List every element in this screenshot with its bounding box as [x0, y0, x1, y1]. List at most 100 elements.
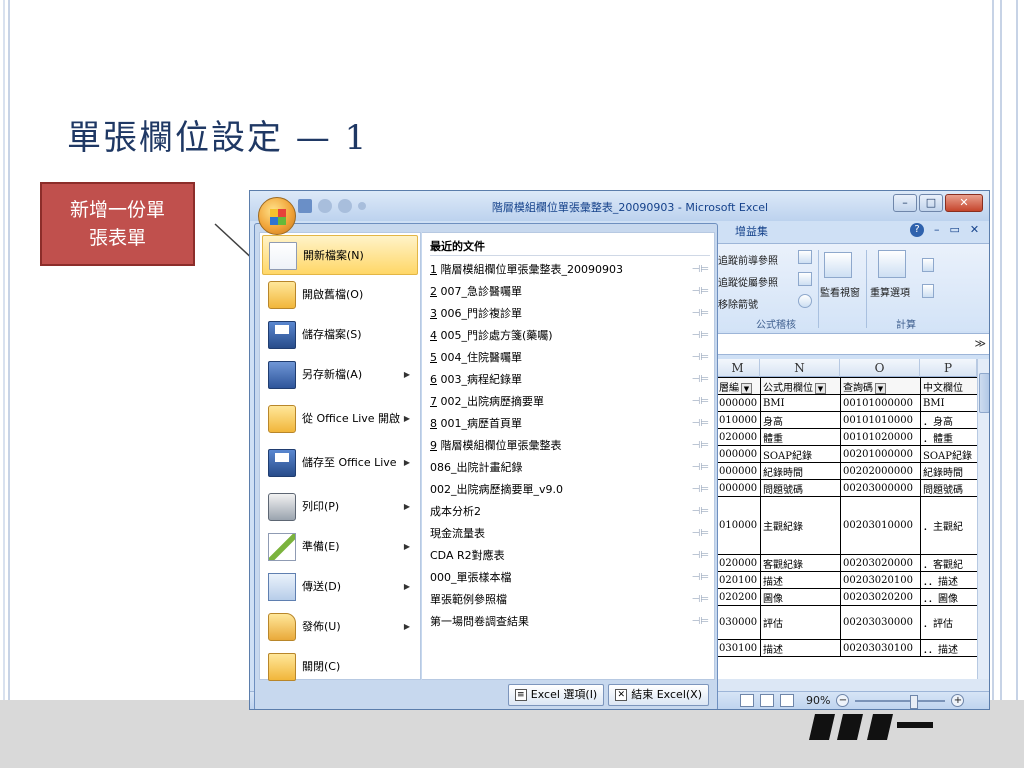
recent-document-item[interactable]: CDA R2對應表 ⊣⊨	[422, 545, 715, 567]
recent-document-item[interactable]: 5 004_住院醫囑單 ⊣⊨	[422, 347, 715, 369]
table-cell[interactable]: ．．圖像	[920, 588, 978, 606]
menu-command[interactable]: 準備(E) ▶	[262, 527, 418, 567]
menu-command[interactable]: 傳送(D) ▶	[262, 567, 418, 607]
pin-icon[interactable]: ⊣⊨	[692, 413, 709, 435]
office-button[interactable]	[258, 197, 296, 235]
pin-icon[interactable]: ⊣⊨	[692, 457, 709, 479]
pin-icon[interactable]: ⊣⊨	[692, 325, 709, 347]
watch-window-label[interactable]: 監看視窗	[820, 284, 860, 299]
recent-document-item[interactable]: 第一場問卷調查結果 ⊣⊨	[422, 611, 715, 633]
table-cell[interactable]: 客觀紀錄	[760, 554, 841, 572]
table-cell[interactable]: 紀錄時間	[760, 462, 841, 480]
pin-icon[interactable]: ⊣⊨	[692, 611, 709, 633]
close-window-button[interactable]: ✕	[945, 194, 983, 212]
normal-view-icon[interactable]	[740, 694, 754, 707]
table-cell[interactable]: ．評估	[920, 605, 978, 640]
recent-document-item[interactable]: 8 001_病歷首頁單 ⊣⊨	[422, 413, 715, 435]
table-cell[interactable]: 000000	[716, 462, 761, 480]
recent-document-item[interactable]: 002_出院病歷摘要單_v9.0 ⊣⊨	[422, 479, 715, 501]
table-cell[interactable]: 00101020000	[840, 428, 921, 446]
table-cell[interactable]: 020000	[716, 428, 761, 446]
recent-document-item[interactable]: 9 階層模組欄位單張彙整表 ⊣⊨	[422, 435, 715, 457]
evaluate-formula-icon[interactable]	[798, 294, 812, 308]
pin-icon[interactable]: ⊣⊨	[692, 545, 709, 567]
zoom-slider[interactable]	[855, 694, 946, 709]
table-cell[interactable]: 020200	[716, 588, 761, 606]
table-cell[interactable]: 00101010000	[840, 411, 921, 429]
zoom-out-icon[interactable]: −	[836, 694, 850, 707]
redo-icon[interactable]	[338, 199, 352, 213]
trace-precedents-button[interactable]: 追蹤前導參照	[718, 252, 778, 267]
table-cell[interactable]: 評估	[760, 605, 841, 640]
table-cell[interactable]: 描述	[760, 571, 841, 589]
table-cell[interactable]: BMI	[920, 394, 978, 412]
header-cell[interactable]: 查詢碼 ▼	[840, 377, 921, 395]
pin-icon[interactable]: ⊣⊨	[692, 281, 709, 303]
table-cell[interactable]: 00203030100	[840, 639, 921, 657]
pin-icon[interactable]: ⊣⊨	[692, 501, 709, 523]
filter-dropdown-icon[interactable]: ▼	[815, 382, 826, 394]
exit-excel-button[interactable]: ✕ 結束 Excel(X)	[608, 684, 709, 706]
pin-icon[interactable]: ⊣⊨	[692, 435, 709, 457]
table-cell[interactable]: ．主觀紀	[920, 496, 978, 555]
recent-document-item[interactable]: 4 005_門診處方箋(藥囑) ⊣⊨	[422, 325, 715, 347]
remove-arrows-button[interactable]: 移除箭號	[718, 296, 758, 311]
table-cell[interactable]: 010000	[716, 496, 761, 555]
column-header-n[interactable]: N	[760, 359, 840, 377]
recent-document-item[interactable]: 現金流量表 ⊣⊨	[422, 523, 715, 545]
tab-addins[interactable]: 增益集	[735, 223, 768, 239]
recent-document-item[interactable]: 單張範例參照檔 ⊣⊨	[422, 589, 715, 611]
menu-command[interactable]: 從 Office Live 開啟 ▶	[262, 399, 418, 439]
calculate-sheet-icon[interactable]	[922, 284, 934, 298]
menu-command[interactable]: 發佈(U) ▶	[262, 607, 418, 647]
table-cell[interactable]: ．客觀紀	[920, 554, 978, 572]
table-cell[interactable]: ．．描述	[920, 571, 978, 589]
show-formulas-icon[interactable]	[798, 250, 812, 264]
recent-document-item[interactable]: 086_出院計畫紀錄 ⊣⊨	[422, 457, 715, 479]
column-header-m[interactable]: M	[716, 359, 760, 377]
trace-dependents-button[interactable]: 追蹤從屬參照	[718, 274, 778, 289]
customize-qat-icon[interactable]	[358, 202, 366, 210]
table-cell[interactable]: ．體重	[920, 428, 978, 446]
table-cell[interactable]: ．身高	[920, 411, 978, 429]
recent-document-item[interactable]: 成本分析2 ⊣⊨	[422, 501, 715, 523]
worksheet-grid[interactable]: M N O P 層編 ▼ 公式用欄位 ▼ 查詢碼 ▼ 中文欄位 000000 BMI 001010…	[716, 359, 989, 679]
calculate-now-icon[interactable]	[922, 258, 934, 272]
horizontal-scrollbar[interactable]	[716, 679, 989, 691]
column-header-p[interactable]: P	[920, 359, 977, 377]
table-cell[interactable]: 00101000000	[840, 394, 921, 412]
expand-formula-bar-icon[interactable]: ≫	[974, 337, 986, 350]
error-checking-icon[interactable]	[798, 272, 812, 286]
table-cell[interactable]: 圖像	[760, 588, 841, 606]
filter-dropdown-icon[interactable]: ▼	[741, 382, 752, 394]
watch-window-icon[interactable]	[824, 252, 852, 278]
table-cell[interactable]: 000000	[716, 479, 761, 497]
table-cell[interactable]: 000000	[716, 394, 761, 412]
table-cell[interactable]: 020000	[716, 554, 761, 572]
pin-icon[interactable]: ⊣⊨	[692, 567, 709, 589]
table-cell[interactable]: 030000	[716, 605, 761, 640]
menu-command[interactable]: 列印(P) ▶	[262, 487, 418, 527]
table-cell[interactable]: 問題號碼	[760, 479, 841, 497]
vertical-scrollbar[interactable]	[977, 359, 989, 679]
table-cell[interactable]: 00203000000	[840, 479, 921, 497]
table-cell[interactable]: 描述	[760, 639, 841, 657]
menu-command[interactable]: 關閉(C)	[262, 647, 418, 687]
pin-icon[interactable]: ⊣⊨	[692, 347, 709, 369]
recent-document-item[interactable]: 6 003_病程紀錄單 ⊣⊨	[422, 369, 715, 391]
calculation-options-label[interactable]: 重算選項	[870, 284, 910, 299]
recent-document-item[interactable]: 1 階層模組欄位單張彙整表_20090903 ⊣⊨	[422, 259, 715, 281]
table-cell[interactable]: 010000	[716, 411, 761, 429]
menu-command[interactable]: 開啟舊檔(O)	[262, 275, 418, 315]
recent-document-item[interactable]: 000_單張樣本檔 ⊣⊨	[422, 567, 715, 589]
menu-command[interactable]: 另存新檔(A) ▶	[262, 355, 418, 395]
zoom-level[interactable]: 90%	[806, 694, 830, 707]
table-cell[interactable]: 020100	[716, 571, 761, 589]
recent-document-item[interactable]: 7 002_出院病歷摘要單 ⊣⊨	[422, 391, 715, 413]
zoom-in-icon[interactable]: +	[951, 694, 965, 707]
excel-options-button[interactable]: ≡ Excel 選項(I)	[507, 684, 605, 706]
pin-icon[interactable]: ⊣⊨	[692, 303, 709, 325]
ribbon-restore-icon[interactable]: ▭	[950, 223, 960, 237]
formula-bar[interactable]: ≫	[716, 333, 989, 355]
table-cell[interactable]: 030100	[716, 639, 761, 657]
